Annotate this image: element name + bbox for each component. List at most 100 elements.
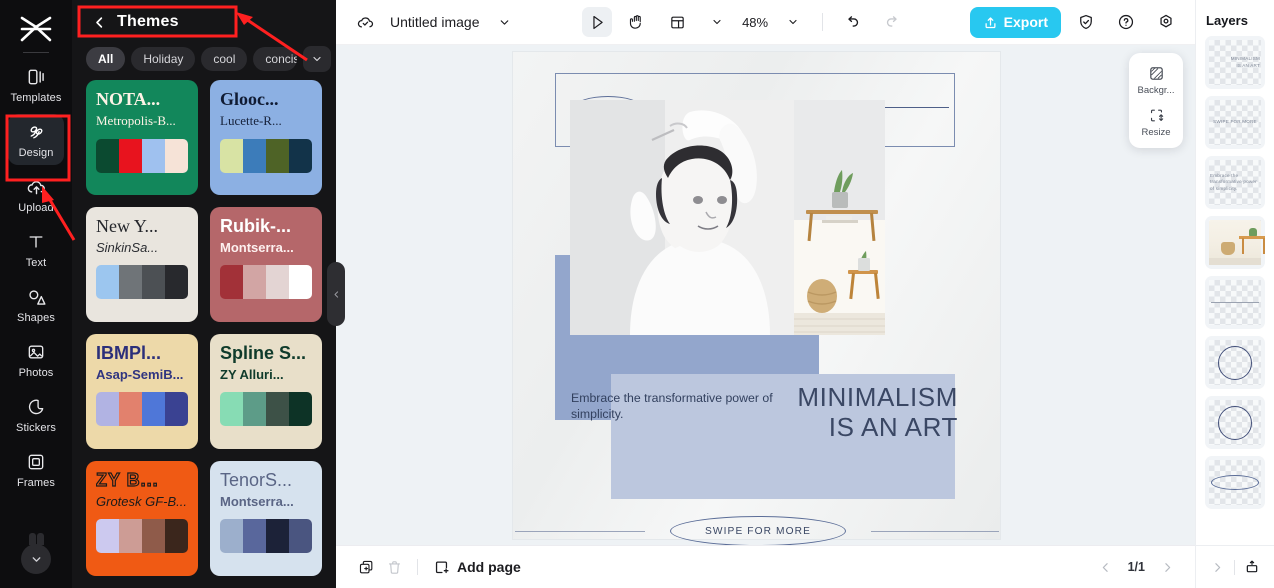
panel-collapse-handle[interactable] xyxy=(327,262,345,326)
theme-card[interactable]: IBMPl... Asap-SemiB... xyxy=(86,334,198,449)
background-tool-button[interactable]: Backgr... xyxy=(1130,61,1182,98)
layer-item[interactable]: SWIPE FOR MORE xyxy=(1205,96,1265,149)
theme-card[interactable]: Spline S... ZY Alluri... xyxy=(210,334,322,449)
chips-expand-button[interactable] xyxy=(303,46,332,72)
sidebar-item-upload[interactable]: Upload xyxy=(8,169,64,220)
swatch-color xyxy=(220,264,243,299)
chip-all[interactable]: All xyxy=(86,47,126,71)
layout-chevron-button[interactable] xyxy=(702,7,732,37)
sidebar-label-frames: Frames xyxy=(17,477,55,489)
swatch-color xyxy=(142,391,165,426)
canvas-swipe-badge[interactable]: SWIPE FOR MORE xyxy=(670,516,846,545)
swatch-color xyxy=(289,138,312,173)
add-page-button[interactable]: Add page xyxy=(433,559,521,576)
swatch-color xyxy=(266,138,289,173)
hand-pan-icon xyxy=(629,15,641,29)
design-canvas[interactable]: Embrace the transformative power of simp… xyxy=(513,52,1000,545)
chip-cool[interactable]: cool xyxy=(201,47,248,71)
canvas-heading-text[interactable]: MINIMALISM IS AN ART xyxy=(778,382,958,442)
theme-card[interactable]: Glooc... Lucette-R... xyxy=(210,80,322,195)
add-page-icon xyxy=(435,560,449,573)
layer-item[interactable] xyxy=(1205,336,1265,389)
theme-card-subtitle: Grotesk GF-B... xyxy=(96,493,188,509)
layers-panel: Layers MINIMALISM IS AN ART SWIPE FOR MORE… xyxy=(1195,0,1274,588)
chevron-down-icon xyxy=(500,19,509,25)
swatch-color xyxy=(96,264,119,299)
theme-color-swatch xyxy=(220,518,312,553)
toolbar-divider xyxy=(822,13,824,31)
sidebar-item-design[interactable]: Design xyxy=(8,114,64,165)
theme-card[interactable]: Rubik-... Montserra... xyxy=(210,207,322,322)
layer-image-part xyxy=(1263,238,1265,254)
chip-holiday[interactable]: Holiday xyxy=(131,47,196,71)
layers-next-button[interactable] xyxy=(1206,556,1228,578)
layer-item[interactable]: Embrace the transformative power of simp… xyxy=(1205,156,1265,209)
swatch-color xyxy=(96,138,119,173)
rail-divider xyxy=(23,52,49,53)
sidebar-item-stickers[interactable]: Stickers xyxy=(8,389,64,440)
theme-card[interactable]: NOTA... Metropolis-B... xyxy=(86,80,198,195)
theme-card[interactable]: TenorS... Montserra... xyxy=(210,461,322,576)
layer-line-shape xyxy=(1211,302,1259,303)
hand-tool-button[interactable] xyxy=(622,7,652,37)
layout-tool-button[interactable] xyxy=(662,7,692,37)
sidebar-item-shapes[interactable]: Shapes xyxy=(8,279,64,330)
sidebar-label-photos: Photos xyxy=(18,367,54,379)
sidebar-item-text[interactable]: Text xyxy=(8,224,64,275)
redo-button[interactable] xyxy=(877,7,907,37)
chip-concise[interactable]: concis xyxy=(253,47,298,71)
capcut-logo[interactable] xyxy=(16,10,56,48)
sidebar-item-templates[interactable]: Templates xyxy=(8,59,64,110)
theme-card-grid: NOTA... Metropolis-B... Glooc... Lucette-R.… xyxy=(72,80,336,588)
layer-item[interactable] xyxy=(1205,456,1265,509)
layer-item[interactable] xyxy=(1205,396,1265,449)
zoom-level[interactable]: 48% xyxy=(742,15,768,30)
undo-button[interactable] xyxy=(837,7,867,37)
resize-tool-button[interactable]: Resize xyxy=(1130,103,1182,140)
shield-check-button[interactable] xyxy=(1071,7,1101,37)
canvas-interior-photo[interactable] xyxy=(794,100,885,335)
swatch-color xyxy=(243,391,266,426)
theme-color-swatch xyxy=(96,391,188,426)
prev-page-button[interactable] xyxy=(1094,555,1118,579)
rail-more-button[interactable] xyxy=(21,544,51,574)
layers-export-button[interactable] xyxy=(1241,556,1263,578)
layer-item[interactable] xyxy=(1205,276,1265,329)
help-button[interactable] xyxy=(1111,7,1141,37)
chevron-left-icon xyxy=(334,290,338,298)
theme-card[interactable]: ZY B... Grotesk GF-B... xyxy=(86,461,198,576)
cloud-check-icon[interactable] xyxy=(350,7,380,37)
document-title-chevron[interactable] xyxy=(490,7,520,37)
theme-card-title: NOTA... xyxy=(96,90,161,109)
swatch-color xyxy=(165,264,188,299)
select-tool-button[interactable] xyxy=(582,7,613,37)
theme-card[interactable]: New Y... SinkinSa... xyxy=(86,207,198,322)
canvas-swipe-label: SWIPE FOR MORE xyxy=(705,525,811,537)
zoom-chevron-button[interactable] xyxy=(778,7,808,37)
swatch-color xyxy=(96,518,119,553)
next-page-button[interactable] xyxy=(1155,555,1179,579)
sidebar-item-frames[interactable]: Frames xyxy=(8,444,64,495)
layer-item[interactable]: MINIMALISM IS AN ART xyxy=(1205,36,1265,89)
document-title[interactable]: Untitled image xyxy=(390,14,480,30)
back-button[interactable] xyxy=(92,15,107,30)
swatch-color xyxy=(142,264,165,299)
swatch-color xyxy=(266,518,289,553)
delete-page-button[interactable] xyxy=(380,553,408,581)
canvas-stage[interactable]: Embrace the transformative power of simp… xyxy=(336,45,1195,545)
sidebar-label-upload: Upload xyxy=(18,202,54,214)
swatch-color xyxy=(220,518,243,553)
swatch-color xyxy=(220,391,243,426)
canvas-quote-text[interactable]: Embrace the transformative power of simp… xyxy=(571,391,786,422)
swatch-color xyxy=(243,518,266,553)
background-tool-label: Backgr... xyxy=(1137,85,1175,96)
undo-icon xyxy=(847,15,858,27)
layer-circle-shape xyxy=(1218,405,1252,440)
layer-item[interactable] xyxy=(1205,216,1265,269)
sidebar-item-photos[interactable]: Photos xyxy=(8,334,64,385)
duplicate-page-icon xyxy=(359,560,372,573)
export-button[interactable]: Export xyxy=(969,6,1061,38)
duplicate-page-button[interactable] xyxy=(352,553,380,581)
settings-button[interactable] xyxy=(1151,7,1181,37)
page-navigator: 1/1 xyxy=(1094,555,1179,579)
